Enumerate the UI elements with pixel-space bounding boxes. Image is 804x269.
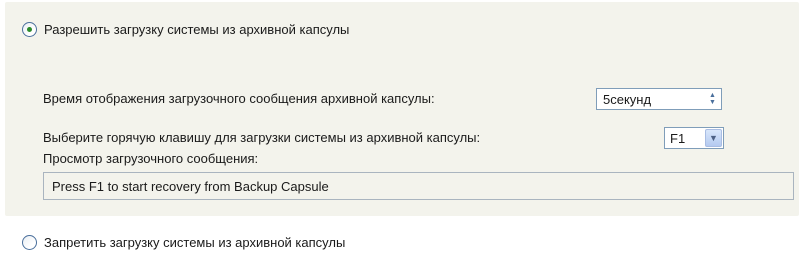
spinner-arrows-icon[interactable]: ▲ ▼ [704, 89, 721, 109]
preview-label: Просмотр загрузочного сообщения: [43, 151, 259, 166]
allow-label: Разрешить загрузку системы из архивной к… [44, 22, 350, 37]
deny-label: Запретить загрузку системы из архивной к… [44, 235, 346, 250]
display-time-value[interactable]: 5секунд [597, 92, 704, 107]
radio-selected-dot [27, 27, 32, 32]
hotkey-row: Выберите горячую клавишу для загрузки си… [43, 130, 480, 145]
preview-row: Просмотр загрузочного сообщения: [43, 151, 258, 166]
hotkey-label: Выберите горячую клавишу для загрузки си… [43, 130, 481, 145]
hotkey-value[interactable]: F1 [665, 131, 705, 146]
allow-option[interactable]: Разрешить загрузку системы из архивной к… [22, 22, 349, 37]
preview-message-box: Press F1 to start recovery from Backup C… [43, 172, 794, 200]
hotkey-select[interactable]: F1 ▼ [664, 127, 724, 149]
display-time-label: Время отображения загрузочного сообщения… [43, 91, 435, 106]
display-time-row: Время отображения загрузочного сообщения… [43, 91, 435, 106]
allow-radio[interactable] [22, 22, 37, 37]
deny-radio[interactable] [22, 235, 37, 250]
deny-option[interactable]: Запретить загрузку системы из архивной к… [22, 235, 345, 250]
chevron-down-icon[interactable]: ▼ [705, 129, 722, 147]
preview-message-text: Press F1 to start recovery from Backup C… [52, 178, 329, 194]
display-time-spinner[interactable]: 5секунд ▲ ▼ [596, 88, 722, 110]
